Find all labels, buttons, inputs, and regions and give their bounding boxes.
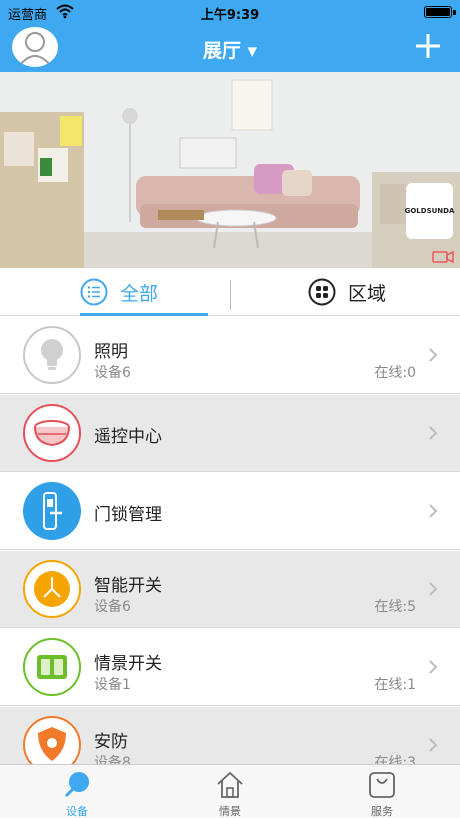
tab-all[interactable]: 全部 [80, 268, 158, 316]
device-name: 门锁管理 [94, 505, 162, 525]
device-online: 在线:5 [374, 599, 416, 615]
banner-image: GOLDSUNDA [0, 72, 460, 268]
device-online: 在线:3 [374, 755, 416, 764]
list-item-lighting[interactable]: 照明 设备6 在线:0 [0, 317, 460, 394]
device-name: 照明 [94, 342, 128, 362]
tabbar-label: 情景 [219, 805, 241, 818]
battery-tip [453, 10, 456, 15]
tabbar-item-services[interactable]: 服务 [332, 765, 432, 818]
brand-logo-text: GOLDSUNDA [404, 207, 455, 215]
remote-hub-icon [23, 404, 81, 462]
living-room-illustration [0, 72, 460, 268]
brand-logo: GOLDSUNDA [404, 183, 455, 239]
filter-tabs: 全部 区域 [0, 268, 460, 316]
smart-switch-icon [23, 560, 81, 618]
chevron-right-icon [429, 660, 438, 674]
tab-label: 全部 [120, 282, 159, 305]
device-name: 智能开关 [94, 576, 162, 596]
door-lock-icon [23, 482, 81, 540]
device-count: 设备1 [94, 677, 131, 693]
tabbar-item-devices[interactable]: 设备 [27, 765, 127, 818]
list-item-door-lock[interactable]: 门锁管理 [0, 473, 460, 550]
chevron-right-icon [429, 504, 438, 518]
bottom-tab-bar: 设备 情景 服务 [0, 764, 460, 818]
tabbar-label: 服务 [371, 805, 393, 818]
device-count: 设备6 [94, 365, 131, 381]
list-item-security[interactable]: 安防 设备8 在线:3 [0, 707, 460, 764]
bag-icon [369, 772, 395, 798]
add-icon[interactable] [414, 32, 442, 60]
chevron-right-icon [429, 348, 438, 362]
video-camera-icon[interactable] [432, 250, 454, 264]
bulb-icon [23, 326, 81, 384]
nav-bar: 展厅 ▾ [0, 24, 460, 72]
status-time: 上午9:39 [200, 8, 260, 23]
tabbar-item-scenes[interactable]: 情景 [180, 765, 280, 818]
device-count: 设备6 [94, 599, 131, 615]
scene-switch-icon [23, 638, 81, 696]
tab-selected-indicator [80, 313, 208, 316]
device-name: 遥控中心 [94, 427, 162, 447]
security-shield-icon [23, 716, 81, 764]
tab-label: 区域 [348, 282, 387, 305]
device-online: 在线:1 [374, 677, 416, 693]
device-list: 照明 设备6 在线:0 遥控中心 门锁管理 智能开关 设备6 在线:5 情景开关… [0, 317, 460, 764]
list-item-smart-switch[interactable]: 智能开关 设备6 在线:5 [0, 551, 460, 628]
device-icon [64, 772, 89, 798]
chevron-right-icon [429, 582, 438, 596]
list-item-scene-switch[interactable]: 情景开关 设备1 在线:1 [0, 629, 460, 706]
room-selector[interactable]: 展厅 ▾ [0, 36, 460, 63]
tab-area[interactable]: 区域 [308, 268, 386, 316]
status-bar: 运营商 上午9:39 [0, 0, 460, 24]
grid-icon [308, 278, 336, 306]
device-online: 在线:0 [374, 365, 416, 381]
chevron-right-icon [429, 738, 438, 752]
device-count: 设备8 [94, 755, 131, 764]
device-name: 安防 [94, 732, 128, 752]
device-name: 情景开关 [94, 654, 162, 674]
chevron-right-icon [429, 426, 438, 440]
home-icon [217, 771, 243, 798]
battery-icon [424, 6, 452, 18]
list-item-remote-center[interactable]: 遥控中心 [0, 395, 460, 472]
tab-divider [230, 280, 231, 310]
list-icon [80, 278, 108, 306]
tabbar-label: 设备 [66, 805, 88, 818]
